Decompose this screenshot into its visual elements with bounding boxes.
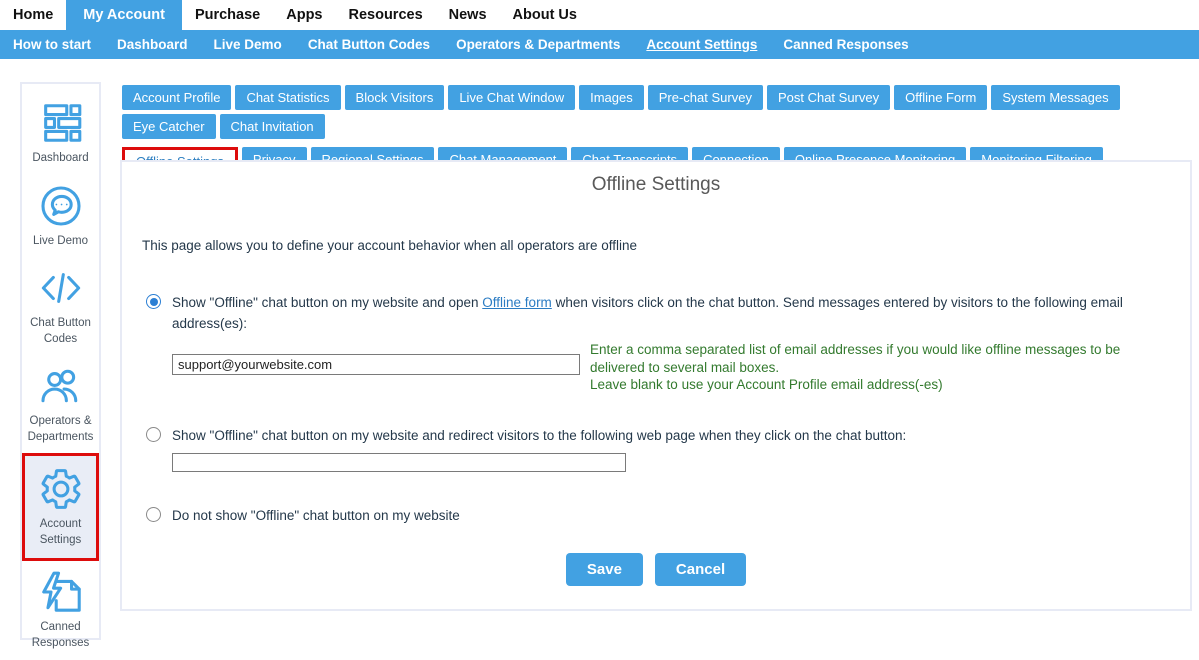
sidebar-item-label: Chat Button Codes (23, 316, 98, 347)
tab-block-visitors[interactable]: Block Visitors (345, 85, 445, 110)
live-demo-icon (36, 181, 86, 231)
nav-news[interactable]: News (436, 0, 500, 30)
nav-home[interactable]: Home (0, 0, 66, 30)
sidebar-item-label: Account Settings (26, 517, 95, 548)
option-offline-form: Show "Offline" chat button on my website… (146, 292, 1150, 334)
nav-apps[interactable]: Apps (273, 0, 335, 30)
email-helper-text: Enter a comma separated list of email ad… (590, 341, 1146, 394)
tab-system-messages[interactable]: System Messages (991, 85, 1119, 110)
offline-settings-panel: Offline Settings This page allows you to… (120, 160, 1192, 611)
tab-images[interactable]: Images (579, 85, 644, 110)
account-sub-navigation: How to start Dashboard Live Demo Chat Bu… (0, 30, 1199, 59)
top-navigation: Home My Account Purchase Apps Resources … (0, 0, 1199, 30)
tab-eye-catcher[interactable]: Eye Catcher (122, 114, 216, 139)
option-redirect: Show "Offline" chat button on my website… (146, 425, 906, 446)
nav-my-account[interactable]: My Account (66, 0, 182, 30)
tab-chat-invitation[interactable]: Chat Invitation (220, 114, 325, 139)
option1-text-before: Show "Offline" chat button on my website… (172, 295, 482, 310)
users-icon (36, 361, 86, 411)
tab-post-chat-survey[interactable]: Post Chat Survey (767, 85, 890, 110)
code-icon (36, 263, 86, 313)
sidebar-item-label: Dashboard (32, 151, 88, 167)
sidebar-item-live-demo[interactable]: Live Demo (22, 175, 99, 258)
offline-form-radio[interactable] (146, 294, 161, 309)
lightning-page-icon (36, 567, 86, 617)
sidebar-item-account-settings[interactable]: Account Settings (22, 453, 99, 561)
page-description: This page allows you to define your acco… (142, 238, 637, 253)
email-helper-line-2: Leave blank to use your Account Profile … (590, 376, 1146, 394)
subnav-chat-button-codes[interactable]: Chat Button Codes (295, 30, 443, 59)
hide-button-option-label: Do not show "Offline" chat button on my … (172, 505, 460, 526)
redirect-radio[interactable] (146, 427, 161, 442)
subnav-canned-responses[interactable]: Canned Responses (770, 30, 921, 59)
tab-row-1: Account Profile Chat Statistics Block Vi… (122, 85, 1197, 143)
nav-purchase[interactable]: Purchase (182, 0, 273, 30)
sidebar: Dashboard Live Demo Chat Button Codes (20, 82, 101, 640)
subnav-account-settings[interactable]: Account Settings (633, 30, 770, 59)
cancel-button[interactable]: Cancel (655, 553, 746, 586)
tab-account-profile[interactable]: Account Profile (122, 85, 231, 110)
tab-live-chat-window[interactable]: Live Chat Window (448, 85, 575, 110)
offline-form-option-label: Show "Offline" chat button on my website… (172, 292, 1150, 334)
subnav-operators-departments[interactable]: Operators & Departments (443, 30, 633, 59)
sidebar-item-dashboard[interactable]: Dashboard (22, 92, 99, 175)
sidebar-item-label: Canned Responses (23, 620, 98, 651)
subnav-dashboard[interactable]: Dashboard (104, 30, 201, 59)
tab-chat-statistics[interactable]: Chat Statistics (235, 85, 340, 110)
sidebar-item-label: Operators & Departments (23, 414, 98, 445)
tab-pre-chat-survey[interactable]: Pre-chat Survey (648, 85, 763, 110)
subnav-how-to-start[interactable]: How to start (0, 30, 104, 59)
dashboard-icon (36, 98, 86, 148)
sidebar-item-chat-button-codes[interactable]: Chat Button Codes (22, 257, 99, 355)
button-row: Save Cancel (122, 553, 1190, 586)
redirect-url-input[interactable] (172, 453, 626, 472)
gear-icon (36, 464, 86, 514)
subnav-live-demo[interactable]: Live Demo (201, 30, 295, 59)
sidebar-item-canned-responses[interactable]: Canned Responses (22, 561, 99, 659)
sidebar-item-operators-departments[interactable]: Operators & Departments (22, 355, 99, 453)
sidebar-item-label: Live Demo (33, 234, 88, 250)
redirect-option-label: Show "Offline" chat button on my website… (172, 425, 906, 446)
hide-button-radio[interactable] (146, 507, 161, 522)
offline-email-input[interactable] (172, 354, 580, 375)
tab-offline-form[interactable]: Offline Form (894, 85, 987, 110)
option-hide-button: Do not show "Offline" chat button on my … (146, 505, 460, 526)
page-title: Offline Settings (122, 174, 1190, 196)
offline-form-link[interactable]: Offline form (482, 295, 552, 310)
save-button[interactable]: Save (566, 553, 643, 586)
nav-about-us[interactable]: About Us (500, 0, 590, 30)
nav-resources[interactable]: Resources (335, 0, 435, 30)
email-helper-line-1: Enter a comma separated list of email ad… (590, 341, 1146, 376)
